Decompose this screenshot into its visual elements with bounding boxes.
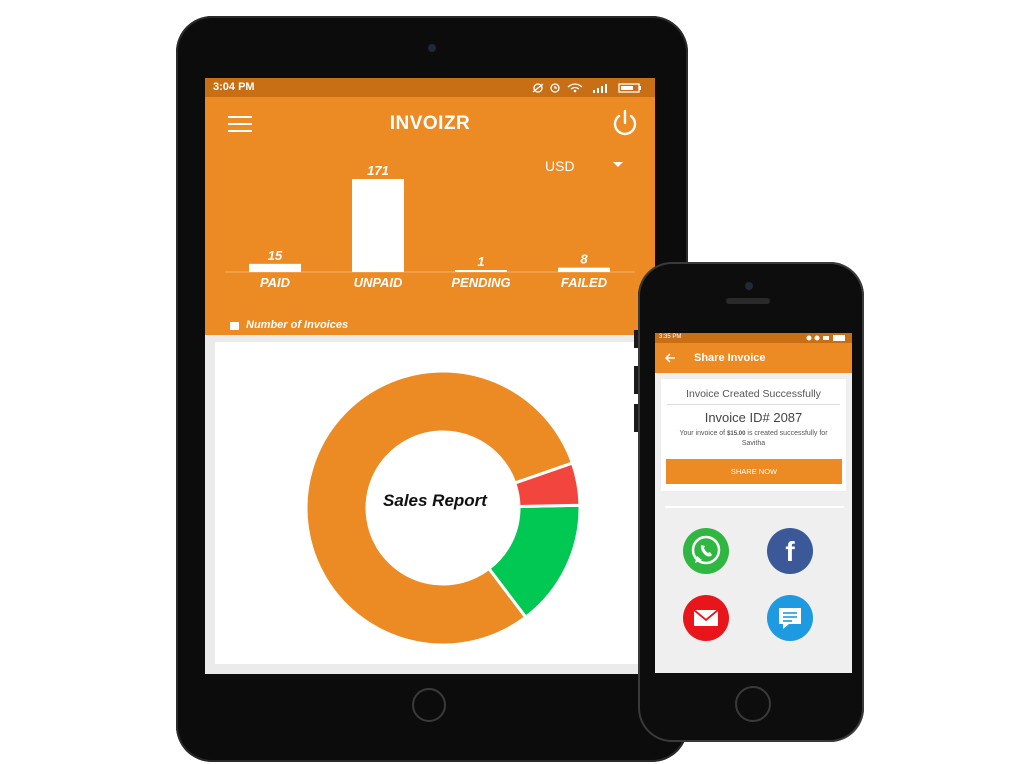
- phone-header: Share Invoice: [655, 343, 852, 373]
- sales-report-card: Sales Report: [215, 342, 645, 664]
- bar-category-unpaid: UNPAID: [354, 275, 403, 290]
- phone-status-time: 3:35 PM: [659, 334, 682, 340]
- phone-screen: 3:35 PM Share Invoice Invoice Created Su…: [655, 333, 852, 673]
- sms-icon[interactable]: [767, 595, 813, 641]
- invoice-success-card: Invoice Created Successfully Invoice ID#…: [661, 379, 846, 491]
- back-arrow-icon[interactable]: [664, 352, 676, 364]
- bar-value-paid: 15: [268, 248, 283, 263]
- email-icon[interactable]: [683, 595, 729, 641]
- donut-center-label: Sales Report: [383, 491, 487, 510]
- success-title: Invoice Created Successfully: [686, 388, 821, 400]
- bar-value-unpaid: 171: [367, 163, 389, 178]
- status-icons: [532, 83, 641, 93]
- invoice-message: Your invoice of $15.00 is created succes…: [665, 429, 842, 448]
- legend-label: Number of Invoices: [246, 319, 349, 331]
- bar-category-pending: PENDING: [451, 275, 510, 290]
- phone-volume-down: [634, 404, 638, 432]
- bar-pending: [455, 270, 507, 272]
- power-icon[interactable]: [609, 109, 641, 137]
- phone-title: Share Invoice: [694, 352, 766, 364]
- app-title: INVOIZR: [389, 113, 471, 134]
- status-time: 3:04 PM: [213, 81, 255, 93]
- message-prefix: Your invoice of: [679, 430, 728, 437]
- invoice-amount: $15.00: [727, 431, 746, 437]
- phone-speaker: [726, 298, 770, 304]
- customer-name: Savitha: [741, 440, 766, 447]
- tablet-home-button[interactable]: [412, 688, 446, 722]
- phone-camera: [745, 282, 753, 290]
- phone-status-bar: 3:35 PM: [655, 333, 852, 343]
- whatsapp-icon[interactable]: [683, 528, 729, 574]
- tablet-screen: 3:04 PM INVOIZR USD 15 PAID 171 UNPAID 1…: [205, 78, 655, 674]
- bar-unpaid: [352, 179, 404, 272]
- invoice-bar-chart: 15 PAID 171 UNPAID 1 PENDING 8 FAILED: [225, 163, 635, 290]
- phone-side-button: [634, 330, 638, 348]
- invoice-id: Invoice ID# 2087: [704, 410, 803, 425]
- phone-home-button[interactable]: [735, 686, 771, 722]
- bar-value-pending: 1: [477, 254, 484, 269]
- divider: [667, 404, 840, 405]
- bar-category-failed: FAILED: [561, 275, 608, 290]
- tablet-header: INVOIZR USD 15 PAID 171 UNPAID 1 PENDING 8 FAIL…: [205, 97, 655, 335]
- legend-swatch: [230, 322, 239, 330]
- phone-volume-up: [634, 366, 638, 394]
- share-now-button[interactable]: SHARE NOW: [666, 459, 842, 484]
- status-bar: 3:04 PM: [205, 78, 655, 97]
- bar-failed: [558, 267, 610, 272]
- message-suffix: is created successfully for: [745, 430, 828, 437]
- bar-category-paid: PAID: [260, 275, 291, 290]
- facebook-icon[interactable]: f: [767, 528, 813, 574]
- svg-text:f: f: [785, 536, 795, 567]
- bar-value-failed: 8: [580, 252, 588, 267]
- tablet-camera: [428, 44, 436, 52]
- separator: [665, 506, 844, 508]
- phone-status-icons: [806, 335, 845, 341]
- bar-paid: [249, 263, 301, 272]
